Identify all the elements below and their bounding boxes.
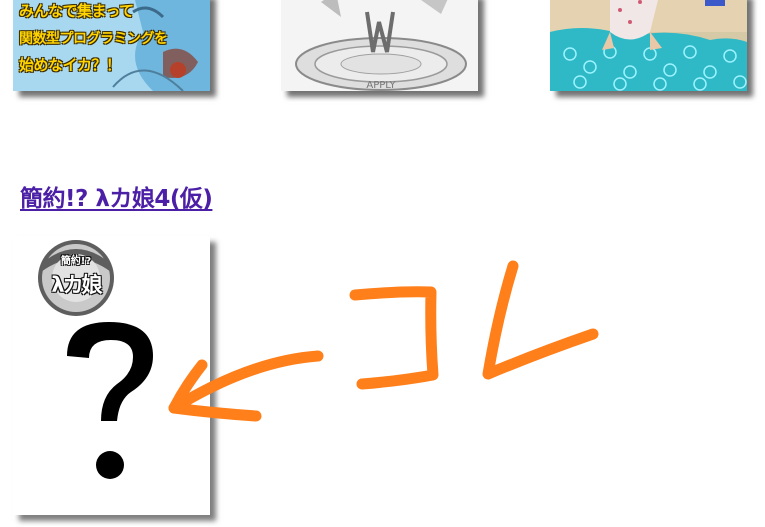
cover-text-line-1: みんなで集まって — [19, 2, 134, 20]
apply-sculpture-cover-illustration: APPLY — [281, 0, 478, 91]
svg-text:APPLY: APPLY — [366, 80, 396, 91]
cover-text-line-3: 始めなイカ？！ — [19, 56, 121, 74]
squid-girl-beach-cover-illustration — [550, 0, 747, 91]
book-cover-thumbnail-2[interactable]: APPLY — [281, 0, 478, 91]
page: みんなで集まって 関数型プログラミングを 始めなイカ？！ APPLY 簡約!? … — [0, 0, 765, 527]
lambda-squid-logo-icon — [38, 240, 114, 316]
cover-text-line-2: 関数型プログラミングを — [19, 31, 168, 47]
handwritten-arrow-kore-annotation — [168, 260, 599, 422]
book-title-link[interactable]: 簡約!? λカ娘4(仮) — [20, 179, 213, 213]
book-cover-thumbnail-3[interactable] — [550, 0, 747, 91]
book-cover-thumbnail-1[interactable]: みんなで集まって 関数型プログラミングを 始めなイカ？！ — [13, 0, 210, 91]
question-mark-icon — [67, 322, 153, 479]
